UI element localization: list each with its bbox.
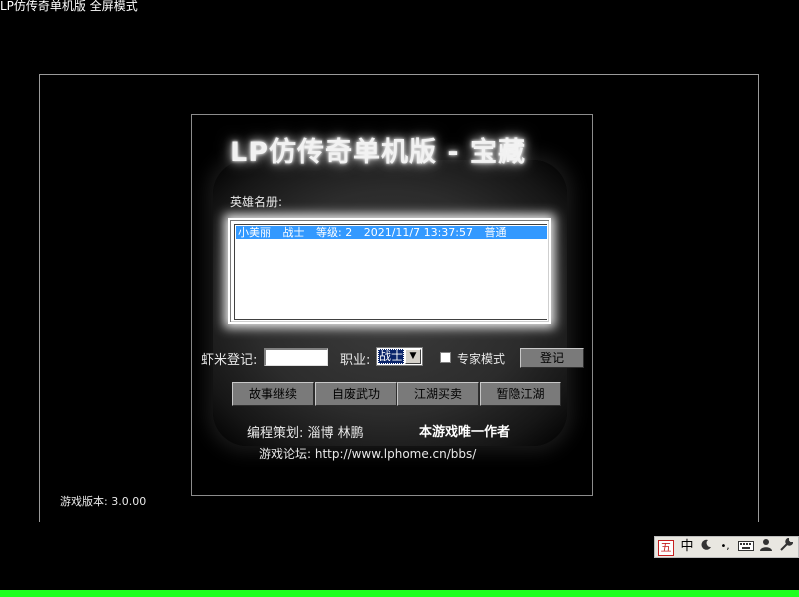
expert-mode-label: 专家模式: [457, 352, 506, 366]
moon-icon[interactable]: [699, 538, 713, 556]
hero-level: 等级: 2: [316, 226, 353, 239]
keyboard-icon[interactable]: [737, 538, 755, 556]
continue-story-button[interactable]: 故事继续: [232, 382, 314, 406]
job-selected-value: 战士: [378, 349, 404, 364]
wrench-icon[interactable]: [778, 537, 794, 556]
hero-list-inner: 小美丽 战士 等级: 2 2021/11/7 13:37:57 普通: [234, 224, 547, 320]
producer-credit: 编程策划: 淄博 林鹏: [247, 426, 364, 441]
expert-mode-checkbox[interactable]: [440, 352, 451, 363]
job-label: 职业:: [340, 353, 371, 368]
window-title: LP仿传奇单机版 全屏模式: [0, 0, 138, 13]
job-select[interactable]: 战士 ▼: [376, 347, 423, 366]
trade-button[interactable]: 江湖买卖: [397, 382, 479, 406]
version-text: 游戏版本: 3.0.00: [60, 495, 147, 508]
game-title: LP仿传奇单机版 - 宝藏: [230, 137, 526, 168]
sole-author-credit: 本游戏唯一作者: [419, 425, 511, 440]
ime-mode-icon[interactable]: 五: [658, 540, 674, 556]
hero-list-row[interactable]: 小美丽 战士 等级: 2 2021/11/7 13:37:57 普通: [236, 226, 547, 239]
login-button[interactable]: 登记: [520, 348, 584, 368]
hero-list-label: 英雄名册:: [230, 195, 283, 209]
language-toggle[interactable]: 中: [679, 538, 695, 556]
hero-list[interactable]: 小美丽 战士 等级: 2 2021/11/7 13:37:57 普通: [228, 218, 551, 324]
frame-mask: [39, 522, 761, 536]
name-label: 虾米登记:: [201, 353, 258, 368]
chevron-down-icon[interactable]: ▼: [405, 349, 421, 364]
punctuation-icon[interactable]: •,: [718, 538, 732, 556]
forum-link[interactable]: 游戏论坛: http://www.lphome.cn/bbs/: [259, 445, 476, 462]
hero-name: 小美丽: [238, 226, 271, 239]
user-icon[interactable]: [759, 538, 773, 556]
name-input[interactable]: [264, 348, 328, 366]
abolish-skills-button[interactable]: 自废武功: [315, 382, 397, 406]
hero-job: 战士: [282, 226, 305, 239]
ime-toolbar: 五 中 •,: [654, 536, 799, 558]
hero-mode: 普通: [484, 226, 507, 239]
bottom-status-bar: [0, 590, 799, 597]
retire-button[interactable]: 暂隐江湖: [480, 382, 561, 406]
hero-datetime: 2021/11/7 13:37:57: [363, 226, 474, 239]
